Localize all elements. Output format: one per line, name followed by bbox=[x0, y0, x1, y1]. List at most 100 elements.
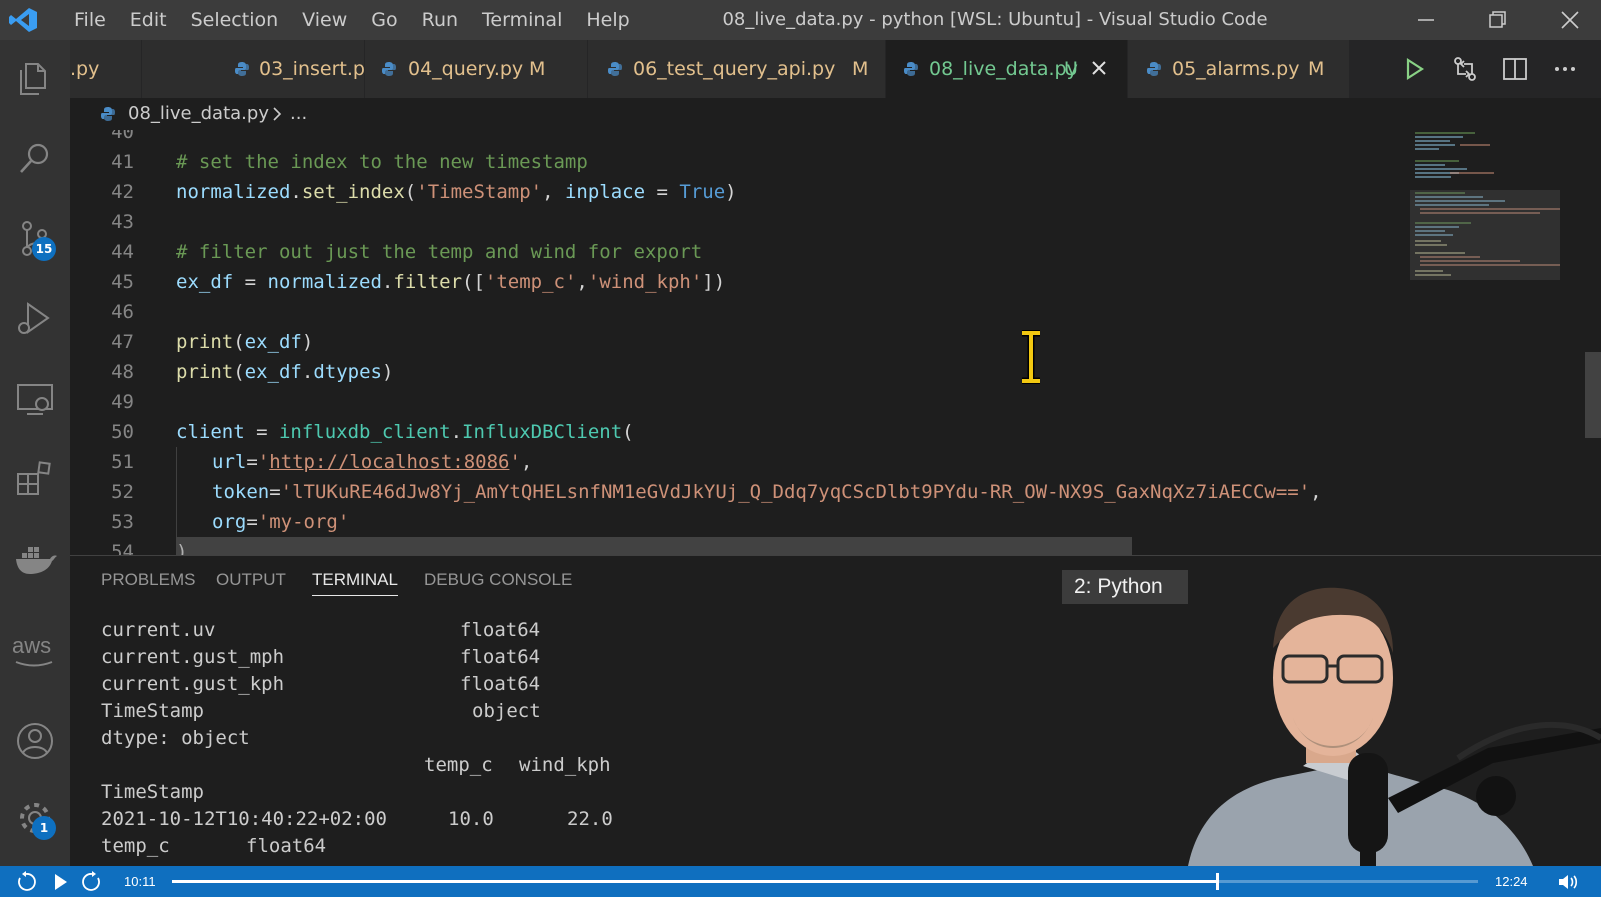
forward-15-icon[interactable] bbox=[80, 870, 104, 894]
menu-bar: File Edit Selection View Go Run Terminal… bbox=[62, 0, 642, 40]
tab-06-test-query-api[interactable]: 06_test_query_api.py M bbox=[588, 40, 886, 98]
menu-selection[interactable]: Selection bbox=[179, 0, 291, 40]
code-token: = bbox=[645, 181, 680, 203]
tab-close-icon[interactable] bbox=[1088, 57, 1110, 79]
code-token: ( bbox=[404, 181, 417, 203]
remote-explorer-icon[interactable] bbox=[10, 374, 60, 424]
line-number: 54 bbox=[111, 541, 134, 555]
code-line-42: normalized.set_index('TimeStamp', inplac… bbox=[176, 177, 737, 207]
tab-label: 03_insert.py bbox=[259, 58, 377, 80]
code-token: inplace bbox=[564, 181, 646, 203]
code-token: ) bbox=[301, 331, 314, 353]
tab-04-query[interactable]: 04_query.py M bbox=[365, 40, 588, 98]
rewind-15-icon[interactable] bbox=[14, 870, 38, 894]
code-token: 'wind_kph' bbox=[587, 271, 703, 293]
code-token: . bbox=[301, 361, 314, 383]
tab-03-insert[interactable]: 03_insert.py M bbox=[142, 40, 387, 98]
source-control-badge: 15 bbox=[32, 237, 56, 261]
python-file-icon bbox=[1147, 62, 1161, 76]
tab-05-alarms[interactable]: 05_alarms.py M bbox=[1128, 40, 1350, 98]
code-token: print bbox=[176, 361, 234, 383]
menu-help[interactable]: Help bbox=[574, 0, 641, 40]
run-debug-icon[interactable] bbox=[10, 294, 60, 344]
indent-guide bbox=[176, 447, 177, 537]
code-token: 'my-org' bbox=[257, 511, 350, 533]
webcam-presenter-image bbox=[1188, 568, 1601, 866]
code-token: normalized bbox=[176, 181, 291, 203]
minimize-icon[interactable] bbox=[1400, 0, 1452, 40]
code-line-47: print(ex_df) bbox=[176, 327, 313, 357]
code-token: = bbox=[269, 481, 281, 503]
close-window-icon[interactable] bbox=[1544, 0, 1596, 40]
aws-icon[interactable]: aws bbox=[12, 633, 51, 659]
code-token: 'temp_c' bbox=[484, 271, 577, 293]
code-editor[interactable]: 40 41 42 43 44 45 46 47 48 49 50 51 52 5… bbox=[70, 130, 1601, 555]
play-icon[interactable] bbox=[48, 870, 72, 894]
line-number: 52 bbox=[111, 481, 134, 503]
code-token: InfluxDBClient bbox=[462, 421, 623, 443]
code-line-44: # filter out just the temp and wind for … bbox=[176, 237, 702, 267]
account-icon[interactable] bbox=[10, 716, 60, 766]
tab-truncated[interactable]: .py bbox=[70, 40, 142, 98]
terminal-line: float64 bbox=[460, 673, 541, 695]
code-token: influxdb_client bbox=[278, 421, 451, 443]
code-line-53: org='my-org' bbox=[212, 507, 349, 537]
url-link[interactable]: http://localhost:8086 bbox=[269, 451, 509, 473]
line-number: 44 bbox=[111, 241, 134, 263]
line-number: 41 bbox=[111, 151, 134, 173]
menu-terminal[interactable]: Terminal bbox=[470, 0, 574, 40]
menu-run[interactable]: Run bbox=[410, 0, 470, 40]
tab-terminal[interactable]: TERMINAL bbox=[312, 556, 398, 604]
breadcrumb-symbol[interactable]: ... bbox=[290, 98, 307, 130]
menu-file[interactable]: File bbox=[62, 0, 118, 40]
more-actions-icon[interactable] bbox=[1550, 54, 1580, 84]
explorer-icon[interactable] bbox=[10, 54, 60, 104]
line-number: 53 bbox=[111, 511, 134, 533]
video-progress-track[interactable] bbox=[172, 873, 1478, 890]
breadcrumb-file[interactable]: 08_live_data.py bbox=[128, 98, 269, 130]
code-token: 'lTUKuRE46dJw8Yj_AmYtQHELsnfNM1eGVdJkYUj… bbox=[280, 481, 1311, 503]
open-changes-icon[interactable] bbox=[1450, 54, 1480, 84]
code-token: ( bbox=[622, 421, 634, 443]
volume-icon[interactable] bbox=[1556, 870, 1580, 894]
terminal-line: current.uv bbox=[101, 619, 216, 641]
title-bar: File Edit Selection View Go Run Terminal… bbox=[0, 0, 1601, 40]
python-file-icon bbox=[382, 62, 396, 76]
menu-edit[interactable]: Edit bbox=[118, 0, 179, 40]
menu-go[interactable]: Go bbox=[359, 0, 409, 40]
code-token: token bbox=[212, 481, 270, 503]
extensions-icon[interactable] bbox=[10, 454, 60, 504]
menu-view[interactable]: View bbox=[290, 0, 359, 40]
tab-problems[interactable]: PROBLEMS bbox=[101, 556, 195, 604]
editor-tab-bar: .py 03_insert.py M 04_query.py M 06_test… bbox=[70, 40, 1601, 98]
tab-08-live-data[interactable]: 08_live_data.py U bbox=[886, 40, 1128, 98]
tab-label: 05_alarms.py bbox=[1172, 58, 1300, 80]
minimap[interactable] bbox=[1410, 130, 1560, 555]
restore-icon[interactable] bbox=[1472, 0, 1524, 40]
code-token: url bbox=[212, 451, 247, 473]
tab-output[interactable]: OUTPUT bbox=[216, 556, 286, 604]
code-line-45: ex_df = normalized.filter(['temp_c','win… bbox=[176, 267, 725, 297]
line-number: 45 bbox=[111, 271, 134, 293]
chevron-right-icon bbox=[273, 107, 282, 121]
docker-icon[interactable] bbox=[10, 534, 60, 584]
code-token: client bbox=[176, 421, 245, 443]
terminal-line: 10.0 bbox=[448, 808, 494, 830]
tab-label: 04_query.py bbox=[408, 58, 524, 80]
tab-label: 08_live_data.py bbox=[929, 58, 1078, 80]
run-file-icon[interactable] bbox=[1399, 54, 1429, 84]
code-token: ex_df bbox=[176, 271, 234, 293]
code-token: filter bbox=[393, 271, 463, 293]
tab-debug-console[interactable]: DEBUG CONSOLE bbox=[424, 556, 572, 604]
horizontal-scrollbar-thumb[interactable] bbox=[176, 537, 1132, 555]
terminal-line: temp_c bbox=[101, 835, 170, 857]
code-token: ex_df bbox=[244, 361, 302, 383]
breadcrumb: 08_live_data.py ... bbox=[70, 98, 1601, 130]
terminal-line: dtype: object bbox=[101, 727, 250, 749]
split-editor-icon[interactable] bbox=[1500, 54, 1530, 84]
search-icon[interactable] bbox=[10, 134, 60, 184]
vertical-scrollbar-thumb[interactable] bbox=[1585, 352, 1601, 438]
vscode-logo-icon bbox=[9, 8, 37, 32]
code-line-48: print(ex_df.dtypes) bbox=[176, 357, 393, 387]
video-progress-thumb[interactable] bbox=[1215, 873, 1219, 890]
